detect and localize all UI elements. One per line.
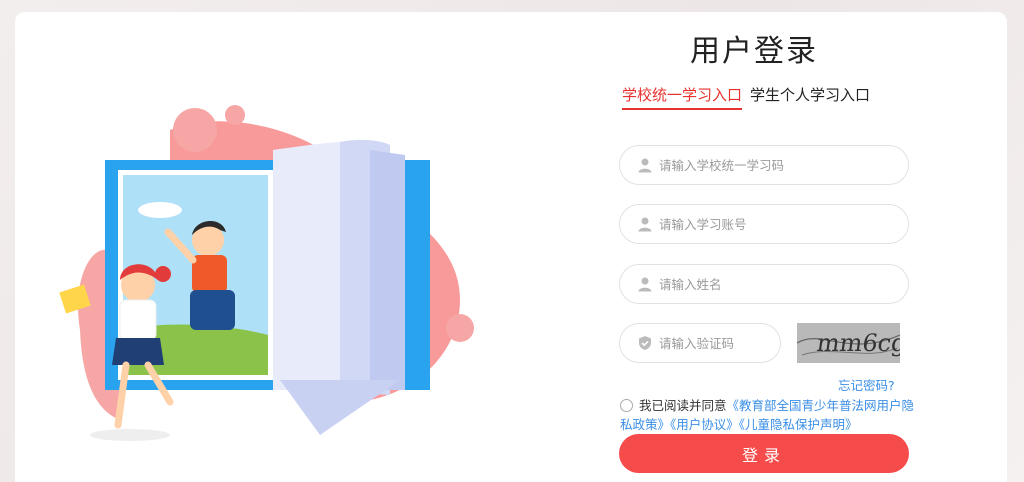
girl-shirt xyxy=(119,299,157,341)
girl-skirt xyxy=(112,338,164,365)
tab-school-entry[interactable]: 学校统一学习入口 xyxy=(622,84,743,110)
book-page-3 xyxy=(370,150,405,390)
captcha-image[interactable]: mm6cg xyxy=(797,323,900,363)
agree-prefix: 我已阅读并同意 xyxy=(639,398,727,413)
login-button[interactable]: 登录 xyxy=(619,434,909,473)
agreement: 我已阅读并同意《教育部全国青少年普法网用户隐私政策》《用户协议》《儿童隐私保护声… xyxy=(620,396,915,434)
cloud xyxy=(138,202,182,218)
account-input[interactable] xyxy=(659,216,908,232)
school-code-input[interactable] xyxy=(659,157,908,173)
user-agreement-link[interactable]: 《用户协议》 xyxy=(670,417,739,432)
boy-shirt xyxy=(192,255,227,293)
book-page-4 xyxy=(280,380,400,435)
user-icon xyxy=(637,216,653,232)
tab-student-entry[interactable]: 学生个人学习入口 xyxy=(750,84,870,110)
forgot-password-link[interactable]: 忘记密码? xyxy=(838,375,895,394)
captcha-text: mm6cg xyxy=(815,329,900,357)
login-tabs: 学校统一学习入口 学生个人学习入口 xyxy=(622,84,870,110)
agree-radio[interactable] xyxy=(620,399,633,412)
name-input[interactable] xyxy=(659,276,908,292)
page-title: 用户登录 xyxy=(690,34,818,69)
hero-illustration xyxy=(59,105,474,441)
pink-circle-small xyxy=(225,105,245,125)
shield-icon xyxy=(637,335,653,351)
boy-pants xyxy=(190,290,235,330)
account-field xyxy=(619,204,909,244)
girl-ponytail xyxy=(155,266,171,282)
user-icon xyxy=(637,276,653,292)
captcha-input[interactable] xyxy=(659,335,780,351)
captcha-field xyxy=(619,323,781,363)
pink-circle-top xyxy=(173,108,217,152)
school-code-field xyxy=(619,145,909,185)
user-icon xyxy=(637,157,653,173)
pink-circle-right xyxy=(446,314,474,342)
child-privacy-link[interactable]: 《儿童隐私保护声明》 xyxy=(739,417,858,432)
ground-shadow xyxy=(90,429,170,441)
name-field xyxy=(619,264,909,304)
